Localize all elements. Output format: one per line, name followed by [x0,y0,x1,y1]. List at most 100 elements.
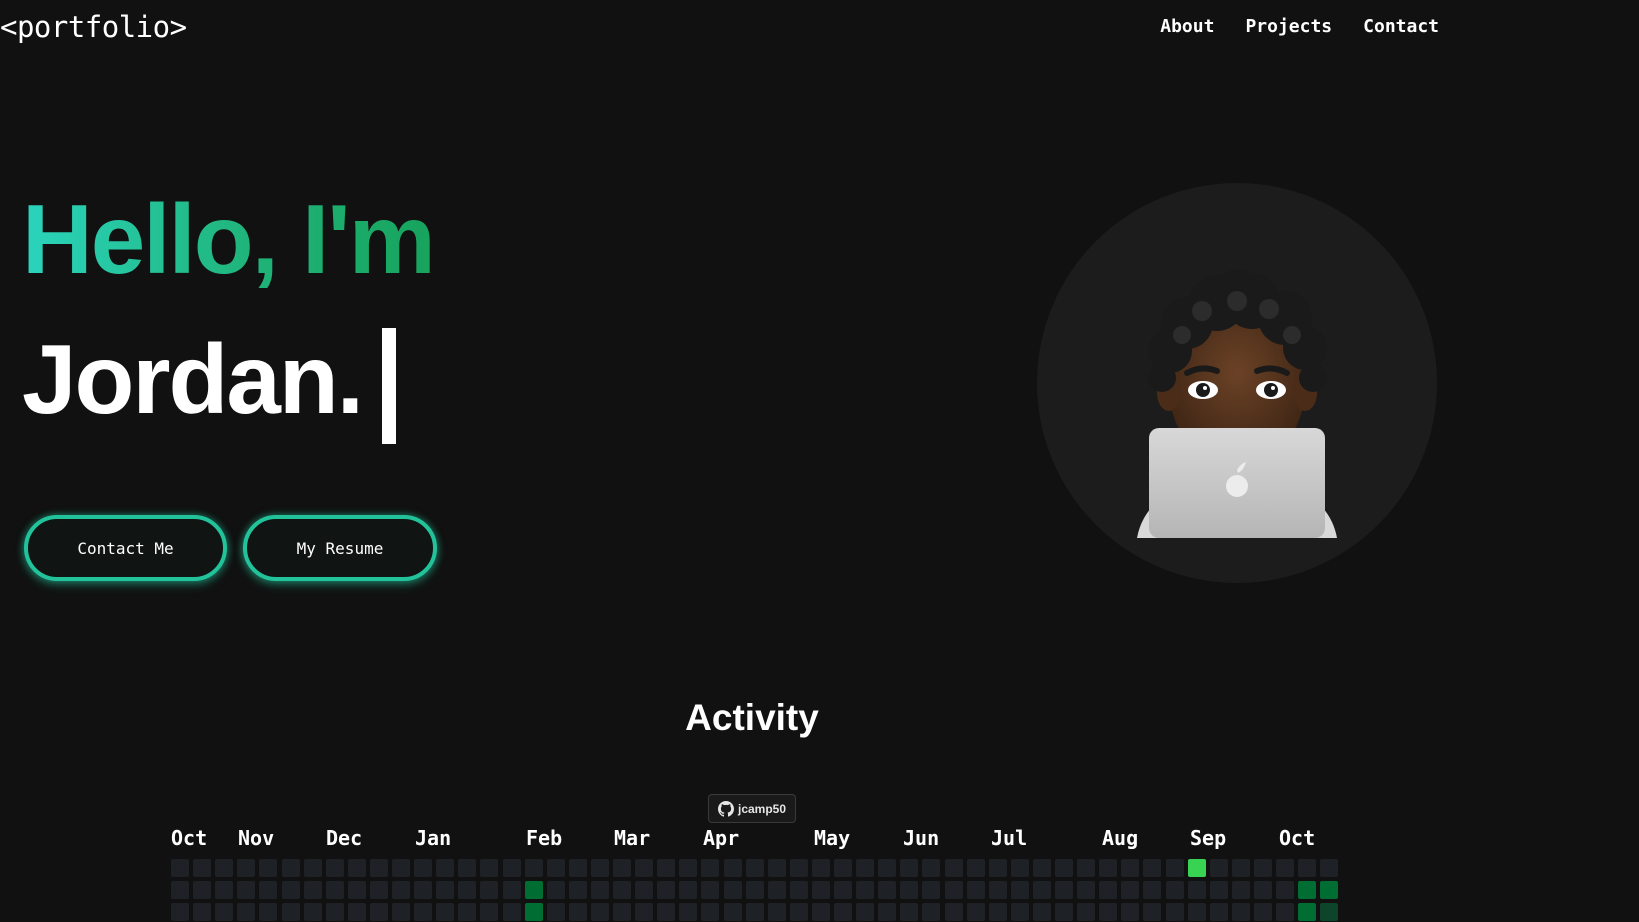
contribution-cell[interactable] [1254,881,1272,899]
contribution-cell[interactable] [679,859,697,877]
contribution-cell[interactable] [856,903,874,921]
contribution-cell[interactable] [768,859,786,877]
contribution-cell[interactable] [1011,881,1029,899]
contribution-cell[interactable] [1143,859,1161,877]
contribution-cell[interactable] [370,859,388,877]
contribution-cell[interactable] [679,903,697,921]
contribution-cell[interactable] [525,903,543,921]
contribution-cell[interactable] [525,881,543,899]
contribution-cell[interactable] [724,859,742,877]
contribution-cell[interactable] [1298,859,1316,877]
contribution-cell[interactable] [834,881,852,899]
nav-contact[interactable]: Contact [1363,16,1439,37]
contribution-cell[interactable] [1121,881,1139,899]
contribution-cell[interactable] [900,903,918,921]
contribution-cell[interactable] [304,859,322,877]
site-logo[interactable]: <portfolio> [0,10,187,44]
contribution-cell[interactable] [724,903,742,921]
contribution-cell[interactable] [1055,903,1073,921]
contribution-cell[interactable] [657,903,675,921]
contribution-cell[interactable] [1298,903,1316,921]
contribution-cell[interactable] [1276,903,1294,921]
contribution-cell[interactable] [790,859,808,877]
contribution-cell[interactable] [878,881,896,899]
contribution-cell[interactable] [1298,881,1316,899]
contribution-cell[interactable] [900,859,918,877]
contribution-cell[interactable] [193,859,211,877]
contribution-cell[interactable] [1188,859,1206,877]
contribution-cell[interactable] [989,881,1007,899]
contribution-cell[interactable] [812,859,830,877]
contribution-cell[interactable] [635,903,653,921]
contribution-cell[interactable] [746,881,764,899]
contribution-cell[interactable] [1121,903,1139,921]
contribution-cell[interactable] [657,881,675,899]
contribution-cell[interactable] [237,881,255,899]
contribution-cell[interactable] [1099,903,1117,921]
contribution-cell[interactable] [503,903,521,921]
contribution-cell[interactable] [790,903,808,921]
contribution-cell[interactable] [237,903,255,921]
contribution-cell[interactable] [1033,881,1051,899]
contribution-cell[interactable] [1099,859,1117,877]
contribution-cell[interactable] [458,881,476,899]
nav-projects[interactable]: Projects [1245,16,1332,37]
contribution-cell[interactable] [237,859,255,877]
contribution-cell[interactable] [1143,881,1161,899]
contribution-cell[interactable] [1143,903,1161,921]
contribution-cell[interactable] [282,881,300,899]
contribution-cell[interactable] [458,859,476,877]
contribution-cell[interactable] [1033,903,1051,921]
contribution-cell[interactable] [1055,859,1073,877]
contribution-cell[interactable] [480,881,498,899]
contribution-cell[interactable] [304,881,322,899]
contribution-cell[interactable] [967,859,985,877]
contact-me-button[interactable]: Contact Me [24,515,227,581]
contribution-cell[interactable] [1077,881,1095,899]
contribution-cell[interactable] [945,859,963,877]
contribution-cell[interactable] [348,859,366,877]
contribution-cell[interactable] [679,881,697,899]
contribution-cell[interactable] [215,881,233,899]
contribution-cell[interactable] [547,903,565,921]
contribution-cell[interactable] [989,903,1007,921]
contribution-cell[interactable] [1033,859,1051,877]
contribution-cell[interactable] [392,859,410,877]
contribution-cell[interactable] [701,859,719,877]
contribution-cell[interactable] [922,859,940,877]
contribution-cell[interactable] [1320,881,1338,899]
contribution-cell[interactable] [1210,859,1228,877]
contribution-cell[interactable] [812,881,830,899]
contribution-cell[interactable] [635,881,653,899]
contribution-cell[interactable] [613,881,631,899]
contribution-cell[interactable] [569,859,587,877]
contribution-cell[interactable] [746,859,764,877]
contribution-cell[interactable] [348,881,366,899]
contribution-cell[interactable] [922,903,940,921]
contribution-cell[interactable] [768,881,786,899]
contribution-cell[interactable] [900,881,918,899]
contribution-cell[interactable] [282,859,300,877]
contribution-cell[interactable] [967,903,985,921]
contribution-cell[interactable] [525,859,543,877]
contribution-cell[interactable] [171,881,189,899]
my-resume-button[interactable]: My Resume [243,515,437,581]
contribution-cell[interactable] [1166,903,1184,921]
contribution-cell[interactable] [1188,903,1206,921]
contribution-cell[interactable] [613,903,631,921]
contribution-cell[interactable] [1232,903,1250,921]
contribution-cell[interactable] [945,881,963,899]
contribution-cell[interactable] [1254,859,1272,877]
contribution-cell[interactable] [945,903,963,921]
contribution-cell[interactable] [503,881,521,899]
contribution-cell[interactable] [215,859,233,877]
contribution-cell[interactable] [436,881,454,899]
contribution-cell[interactable] [856,859,874,877]
contribution-cell[interactable] [591,903,609,921]
contribution-cell[interactable] [458,903,476,921]
contribution-cell[interactable] [856,881,874,899]
github-username-badge[interactable]: jcamp50 [708,794,796,823]
contribution-cell[interactable] [1077,903,1095,921]
contribution-cell[interactable] [414,903,432,921]
contribution-cell[interactable] [1166,881,1184,899]
